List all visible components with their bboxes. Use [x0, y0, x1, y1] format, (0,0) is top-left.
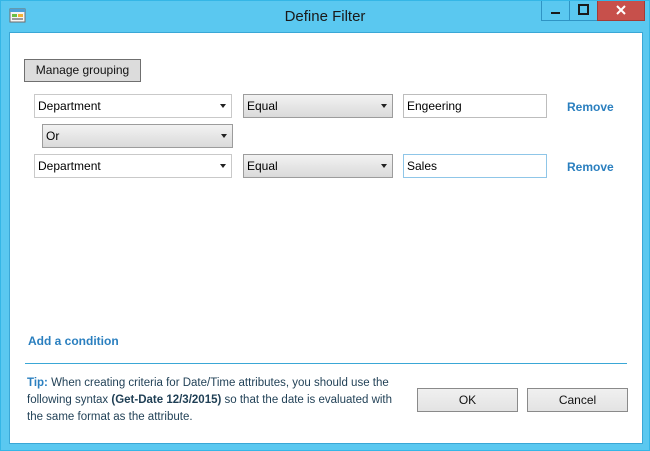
- group-operator-dropdown[interactable]: Or: [42, 124, 233, 148]
- attribute-dropdown-2[interactable]: Department: [34, 154, 232, 178]
- operator-dropdown-1[interactable]: Equal: [243, 94, 393, 118]
- chevron-down-icon: [220, 164, 226, 168]
- minimize-button[interactable]: [541, 1, 570, 21]
- close-button[interactable]: [597, 1, 645, 21]
- value-input-2[interactable]: Sales: [403, 154, 547, 178]
- maximize-button[interactable]: [569, 1, 598, 21]
- attribute-dropdown-value: Department: [38, 99, 101, 113]
- manage-grouping-button[interactable]: Manage grouping: [24, 59, 141, 82]
- chevron-down-icon: [220, 104, 226, 108]
- tip-syntax: (Get-Date 12/3/2015): [111, 394, 222, 406]
- attribute-dropdown-1[interactable]: Department: [34, 94, 232, 118]
- operator-dropdown-2[interactable]: Equal: [243, 154, 393, 178]
- value-input-1[interactable]: Engeering: [403, 94, 547, 118]
- define-filter-window: Define Filter Manage grouping Department…: [0, 0, 650, 451]
- tip-text: Tip: When creating criteria for Date/Tim…: [27, 375, 397, 426]
- close-icon: [598, 1, 644, 20]
- group-operator-value: Or: [46, 129, 60, 143]
- attribute-dropdown-value: Department: [38, 159, 101, 173]
- operator-dropdown-value: Equal: [247, 99, 278, 113]
- remove-link-1[interactable]: Remove: [567, 100, 614, 114]
- chevron-down-icon: [221, 134, 227, 138]
- title-bar[interactable]: Define Filter: [1, 1, 649, 32]
- maximize-icon: [570, 1, 597, 20]
- footer-divider: [25, 363, 627, 364]
- minimize-icon: [542, 1, 569, 20]
- tip-label: Tip:: [27, 377, 48, 389]
- ok-button[interactable]: OK: [417, 388, 518, 412]
- cancel-button[interactable]: Cancel: [527, 388, 628, 412]
- chevron-down-icon: [381, 104, 387, 108]
- remove-link-2[interactable]: Remove: [567, 160, 614, 174]
- add-condition-link[interactable]: Add a condition: [28, 334, 119, 348]
- chevron-down-icon: [381, 164, 387, 168]
- dialog-content: Manage grouping Department Equal Engeeri…: [9, 32, 643, 444]
- operator-dropdown-value: Equal: [247, 159, 278, 173]
